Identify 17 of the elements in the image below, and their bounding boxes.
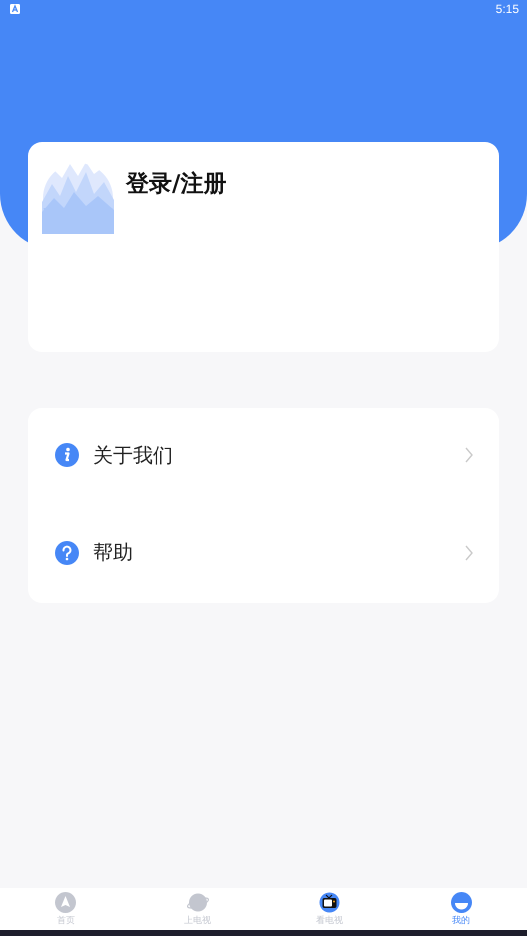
- keyboard-icon: [10, 4, 20, 14]
- login-register-link[interactable]: 登录/注册: [126, 168, 226, 199]
- menu-label: 关于我们: [93, 442, 174, 468]
- info-icon: [55, 443, 79, 467]
- compass-icon: [55, 892, 76, 912]
- tv-icon: [318, 892, 340, 912]
- menu-label: 帮助: [93, 539, 134, 566]
- help-icon: [55, 540, 79, 564]
- menu-item[interactable]: 帮助: [55, 502, 473, 603]
- status-time: 5:15: [496, 2, 519, 16]
- avatar-icon: [42, 162, 114, 234]
- chevron-icon: [465, 544, 473, 560]
- smile-icon: [450, 892, 472, 912]
- planet-icon: [186, 892, 209, 912]
- chevron-icon: [465, 447, 473, 463]
- tab[interactable]: 我的: [395, 888, 527, 930]
- menu-item[interactable]: 关于我们: [55, 408, 473, 502]
